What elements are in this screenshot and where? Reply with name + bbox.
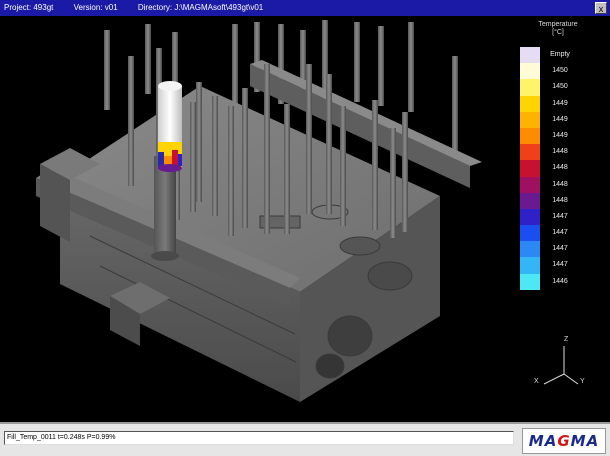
axis-triad-icon [543, 346, 579, 385]
legend-row: 1449 [520, 111, 596, 128]
legend-label: 1449 [552, 115, 568, 123]
logo-accent: G [557, 432, 571, 450]
legend-unit: [°C] [552, 29, 564, 36]
3d-viewport[interactable]: Temperature [°C] Empty 1450 1450 1449 1449 14… [0, 16, 610, 422]
close-button[interactable]: x [595, 2, 607, 14]
legend-swatch [520, 127, 540, 145]
legend-row: 1448 [520, 160, 596, 177]
legend-row: 1447 [520, 208, 596, 226]
legend-row: 1447 [520, 257, 596, 274]
legend-label: 1450 [552, 83, 568, 91]
legend-label: 1448 [552, 148, 568, 156]
legend-swatch [520, 47, 540, 64]
legend-label: 1447 [552, 212, 568, 220]
legend-label: 1447 [552, 229, 568, 237]
legend-row: Empty [520, 47, 596, 64]
legend-row: 1448 [520, 192, 596, 209]
status-bar: Fill_Temp_0011 t=0.248s P=0.99% MAGMA [0, 422, 610, 456]
legend-label: 1448 [552, 164, 568, 172]
legend-row: 1447 [520, 241, 596, 258]
directory-label: Directory: J:\MAGMAsoft\493gt\v01 [137, 3, 264, 12]
legend-row: 1446 [520, 273, 596, 290]
version-label: Version: v01 [73, 3, 118, 12]
legend-swatch [520, 273, 540, 290]
casting-model [36, 20, 482, 402]
legend-label: 1448 [552, 196, 568, 204]
legend-swatch [520, 95, 540, 112]
legend-row: 1450 [520, 63, 596, 80]
legend-swatch [520, 176, 540, 193]
title-bar: Project: 493gt Version: v01 Directory: J… [0, 0, 610, 16]
legend-label: 1446 [552, 277, 568, 285]
axis-z-label: Z [564, 336, 569, 343]
axis-x-label: X [534, 378, 539, 385]
project-label: Project: 493gt [4, 3, 54, 12]
legend-swatch [520, 63, 540, 80]
legend-row: 1449 [520, 95, 596, 112]
legend-row: 1449 [520, 127, 596, 145]
legend-row: 1450 [520, 79, 596, 96]
legend-swatch [520, 79, 540, 96]
status-field: Fill_Temp_0011 t=0.248s P=0.99% [4, 431, 514, 445]
riser [158, 81, 182, 172]
legend-label: 1449 [552, 131, 568, 139]
legend-label: 1449 [552, 99, 568, 107]
logo-left: MA [528, 432, 558, 450]
legend-row: 1448 [520, 176, 596, 193]
legend-row: 1447 [520, 225, 596, 242]
legend-label: 1447 [552, 261, 568, 269]
logo-right: MA [570, 432, 600, 450]
legend-row: 1448 [520, 144, 596, 161]
legend-swatch [520, 257, 540, 274]
legend-swatch [520, 241, 540, 258]
temperature-legend: Empty 1450 1450 1449 1449 1449 1448 1448 1448 144… [520, 47, 596, 290]
legend-label: 1447 [552, 245, 568, 253]
legend-swatch [520, 192, 540, 209]
legend-label: 1450 [552, 67, 568, 75]
legend-title-text: Temperature [538, 21, 578, 28]
legend-swatch [520, 111, 540, 128]
legend-swatch [520, 208, 540, 226]
legend-label: 1448 [552, 180, 568, 188]
legend-title: Temperature [°C] [520, 21, 596, 37]
legend-label: Empty [550, 51, 570, 58]
legend-swatch [520, 144, 540, 161]
magma-logo: MAGMA [522, 428, 606, 454]
axis-triad: Z X Y [528, 336, 588, 396]
legend-swatch [520, 160, 540, 177]
legend-swatch [520, 225, 540, 242]
axis-y-label: Y [580, 378, 585, 385]
